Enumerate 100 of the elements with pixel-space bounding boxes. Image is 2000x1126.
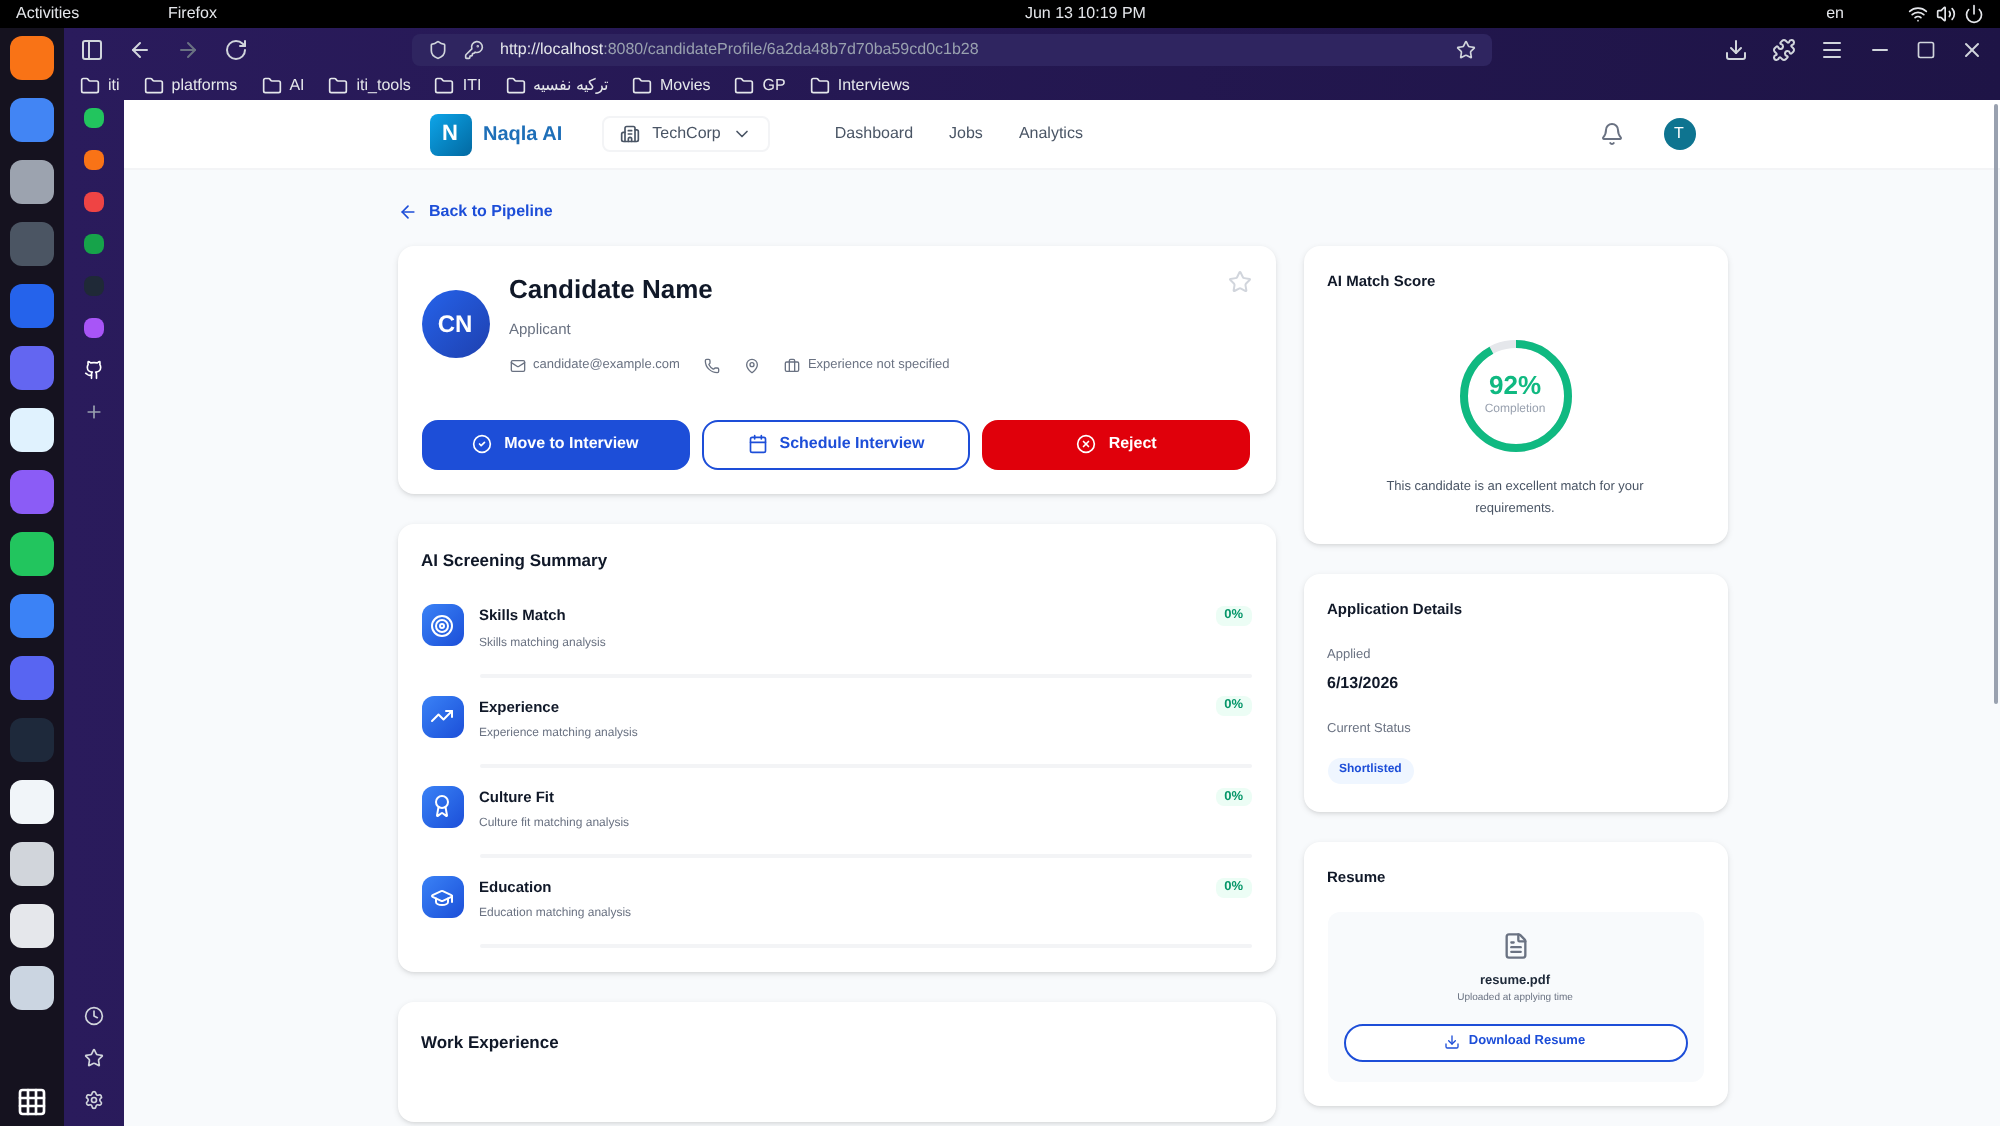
nav-link[interactable]: Jobs: [949, 122, 983, 146]
folder-icon: [261, 75, 282, 95]
location-icon: [743, 357, 760, 374]
folder-icon: [143, 75, 164, 95]
x-circle-icon: [1076, 434, 1097, 454]
brand-name: Naqla AI: [483, 121, 563, 149]
github-icon[interactable]: [84, 360, 104, 380]
target-icon: [430, 613, 454, 638]
folder-icon: [809, 75, 830, 95]
folder-icon: [80, 75, 100, 95]
forward-icon[interactable]: [176, 37, 200, 61]
graduation-cap-icon: [430, 885, 454, 909]
close-icon[interactable]: [1960, 37, 1984, 61]
extensions-icon[interactable]: [1772, 37, 1796, 61]
bookmark-folder[interactable]: iti: [80, 73, 120, 97]
user-avatar[interactable]: T: [1663, 118, 1695, 150]
app-icon[interactable]: [10, 36, 54, 80]
app-icon[interactable]: [10, 532, 54, 576]
sidebar-app-icon[interactable]: [84, 234, 104, 254]
applied-date: 6/13/2026: [1327, 672, 1401, 697]
bookmark-label: Movies: [659, 73, 711, 97]
calendar-icon: [747, 434, 768, 454]
bookmark-label: platforms: [171, 73, 238, 97]
power-icon[interactable]: [1964, 4, 1984, 24]
building-icon: [620, 124, 641, 144]
mail-icon: [509, 357, 525, 374]
trend-icon: [430, 704, 454, 728]
section-title: Work Experience: [421, 1030, 561, 1056]
app-icon[interactable]: [10, 780, 54, 824]
reload-icon[interactable]: [224, 37, 248, 61]
settings-icon[interactable]: [84, 1090, 104, 1110]
folder-icon: [328, 75, 349, 95]
download-icon[interactable]: [1724, 37, 1748, 61]
bookmark-folder[interactable]: ITI: [434, 73, 482, 97]
history-icon[interactable]: [84, 1006, 104, 1026]
briefcase-icon: [783, 357, 800, 374]
app-grid-icon[interactable]: [16, 1086, 48, 1118]
bookmark-label: Interviews: [837, 73, 910, 97]
sidebar-app-icon[interactable]: [84, 150, 104, 170]
star-icon[interactable]: [84, 1048, 104, 1068]
sidebar-app-icon[interactable]: [84, 318, 104, 338]
folder-icon: [631, 75, 652, 95]
bookmark-label: GP: [762, 73, 786, 97]
action-button[interactable]: Schedule Interview: [701, 419, 971, 469]
key-icon: [464, 39, 484, 59]
file-icon: [1501, 932, 1529, 961]
bookmark-folder[interactable]: GP: [734, 73, 786, 97]
language-indicator[interactable]: en: [1826, 2, 1844, 26]
shield-icon: [428, 39, 448, 59]
candidate-name: Candidate Name: [509, 272, 715, 308]
bookmark-folder[interactable]: تركيه نفسيه: [505, 73, 608, 97]
bookmark-folder[interactable]: Interviews: [809, 73, 910, 97]
bookmark-label: ITI: [462, 73, 482, 97]
favorite-star-icon[interactable]: [1227, 270, 1251, 294]
bookmark-label: AI: [289, 73, 305, 97]
action-button[interactable]: Reject: [982, 419, 1251, 469]
bookmark-folder[interactable]: AI: [261, 73, 305, 97]
clock[interactable]: Jun 13 10:19 PM: [1024, 2, 1146, 26]
folder-icon: [734, 75, 755, 95]
back-link[interactable]: Back to Pipeline: [397, 194, 1727, 230]
back-icon[interactable]: [128, 37, 152, 61]
activities-button[interactable]: Activities: [16, 2, 136, 26]
add-icon[interactable]: [84, 402, 104, 422]
nav-link[interactable]: Dashboard: [834, 122, 914, 146]
sidebar-app-icon[interactable]: [84, 192, 104, 212]
folder-icon: [505, 75, 526, 95]
menu-icon[interactable]: [1820, 37, 1844, 61]
logo-mark: N: [429, 113, 471, 155]
app-icon[interactable]: [10, 408, 54, 452]
bookmark-folder[interactable]: iti_tools: [328, 73, 411, 97]
section-title: AI Screening Summary: [421, 547, 610, 573]
bookmark-folder[interactable]: Movies: [631, 73, 711, 97]
score-value: 92%: [1488, 372, 1542, 399]
bookmark-star-icon[interactable]: [1456, 39, 1476, 59]
bookmark-folder[interactable]: platforms: [143, 73, 238, 97]
phone-icon: [703, 357, 720, 374]
bookmark-label: تركيه نفسيه: [533, 73, 608, 97]
app-icon[interactable]: [10, 904, 54, 948]
sidebar-toggle-icon[interactable]: [80, 37, 104, 61]
company-selector[interactable]: TechCorp: [602, 116, 771, 152]
app-icon[interactable]: [10, 966, 54, 1010]
award-icon: [430, 794, 454, 819]
maximize-icon[interactable]: [1916, 39, 1936, 59]
candidate-avatar: CN: [421, 290, 489, 358]
check-circle-icon: [472, 434, 493, 454]
volume-icon[interactable]: [1936, 4, 1956, 24]
wifi-icon[interactable]: [1908, 4, 1928, 24]
action-button[interactable]: Move to Interview: [421, 419, 690, 469]
notification-bell-icon[interactable]: [1599, 122, 1623, 146]
scrollbar[interactable]: [1994, 104, 1998, 704]
url-text: http://localhost:8080/candidateProfile/6a2da48b7d70ba59cd0c1b28: [500, 37, 979, 61]
folder-icon: [434, 75, 455, 95]
app-icon[interactable]: [10, 160, 54, 204]
bookmark-label: iti: [108, 73, 120, 97]
app-icon[interactable]: [10, 842, 54, 886]
sidebar-app-icon[interactable]: [84, 108, 104, 128]
url-bar[interactable]: http://localhost:8080/candidateProfile/6a2da48b7d70ba59cd0c1b28: [412, 33, 1492, 65]
nav-link[interactable]: Analytics: [1018, 122, 1083, 146]
download-icon: [1444, 1034, 1461, 1050]
bookmark-label: iti_tools: [356, 73, 411, 97]
